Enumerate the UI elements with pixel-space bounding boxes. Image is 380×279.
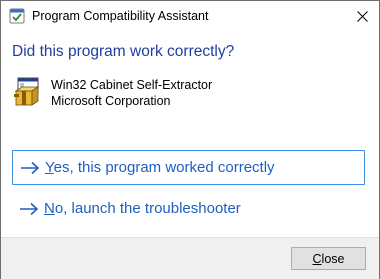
dialog-window: Program Compatibility Assistant Did this… bbox=[0, 0, 380, 279]
arrow-right-icon bbox=[17, 161, 43, 175]
program-name: Win32 Cabinet Self-Extractor bbox=[51, 78, 213, 92]
launch-troubleshooter-command-link[interactable]: No, launch the troubleshooter bbox=[12, 191, 365, 226]
command-link-label: No, launch the troubleshooter bbox=[44, 200, 241, 217]
arrow-right-icon bbox=[16, 202, 42, 216]
program-publisher: Microsoft Corporation bbox=[51, 94, 171, 108]
footer-bar: Close bbox=[1, 237, 379, 279]
window-title: Program Compatibility Assistant bbox=[32, 9, 209, 23]
close-icon[interactable] bbox=[345, 1, 379, 31]
worked-correctly-command-link[interactable]: Yes, this program worked correctly bbox=[12, 150, 365, 185]
command-link-label: Yes, this program worked correctly bbox=[45, 159, 275, 176]
close-button[interactable]: Close bbox=[291, 247, 366, 270]
main-instruction: Did this program work correctly? bbox=[12, 43, 235, 60]
installer-box-icon bbox=[12, 76, 44, 108]
title-bar[interactable]: Program Compatibility Assistant bbox=[1, 1, 379, 31]
compatibility-assistant-icon bbox=[9, 8, 25, 24]
